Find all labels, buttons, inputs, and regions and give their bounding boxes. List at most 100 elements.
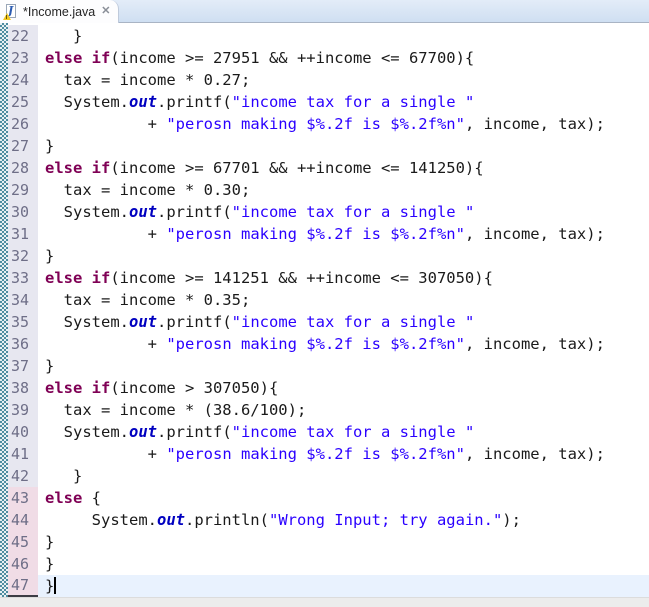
token-plain: } — [45, 137, 55, 155]
token-plain: } — [45, 577, 55, 595]
line-number[interactable]: 34 — [8, 289, 38, 311]
token-static-field: out — [129, 423, 157, 441]
line-number[interactable]: 28 — [8, 157, 38, 179]
code-line[interactable]: 40 System.out.printf("income tax for a s… — [8, 421, 649, 443]
code-text: tax = income * (38.6/100); — [38, 399, 649, 421]
token-plain: .printf( — [157, 423, 232, 441]
token-plain: + — [45, 335, 167, 353]
token-plain: .printf( — [157, 93, 232, 111]
line-number[interactable]: 33 — [8, 267, 38, 289]
java-file-warning-icon: J — [3, 4, 19, 20]
code-line[interactable]: 45} — [8, 531, 649, 553]
token-plain: + — [45, 115, 167, 133]
token-plain: } — [45, 555, 55, 573]
code-text: else if(income > 307050){ — [38, 377, 649, 399]
token-plain: System. — [45, 93, 129, 111]
tab-income-java[interactable]: J *Income.java ✕ — [0, 0, 119, 23]
token-plain: System. — [45, 203, 129, 221]
line-number[interactable]: 24 — [8, 69, 38, 91]
code-text: tax = income * 0.30; — [38, 179, 649, 201]
line-number[interactable]: 36 — [8, 333, 38, 355]
token-plain: (income > 307050){ — [110, 379, 279, 397]
token-string: "income tax for a single " — [231, 423, 475, 441]
code-line[interactable]: 26 + "perosn making $%.2f is $%.2f%n", i… — [8, 113, 649, 135]
token-keyword: else if — [45, 159, 111, 177]
line-number[interactable]: 35 — [8, 311, 38, 333]
code-line[interactable]: 36 + "perosn making $%.2f is $%.2f%n", i… — [8, 333, 649, 355]
editor-tab-bar: J *Income.java ✕ — [0, 0, 649, 23]
code-line[interactable]: 23 else if(income >= 27951 && ++income <=… — [8, 47, 649, 69]
code-line[interactable]: 42 } — [8, 465, 649, 487]
token-plain: (income >= 27951 && ++income <= 67700){ — [110, 49, 475, 67]
line-number[interactable]: 42 — [8, 465, 38, 487]
line-number[interactable]: 47 — [8, 575, 38, 597]
tab-close-icon[interactable]: ✕ — [101, 6, 110, 17]
code-line[interactable]: 32} — [8, 245, 649, 267]
line-number[interactable]: 29 — [8, 179, 38, 201]
code-line[interactable]: 47} — [8, 575, 649, 597]
token-static-field: out — [129, 313, 157, 331]
token-string: "Wrong Input; try again." — [268, 511, 503, 529]
token-plain: , income, tax); — [464, 115, 605, 133]
line-number[interactable]: 32 — [8, 245, 38, 267]
token-keyword: else if — [45, 49, 111, 67]
token-keyword: else if — [45, 379, 111, 397]
line-number[interactable]: 39 — [8, 399, 38, 421]
code-line[interactable]: 29 tax = income * 0.30; — [8, 179, 649, 201]
line-number[interactable]: 25 — [8, 91, 38, 113]
line-number[interactable]: 37 — [8, 355, 38, 377]
line-number[interactable]: 22 — [8, 25, 38, 47]
line-number[interactable]: 41 — [8, 443, 38, 465]
code-text: + "perosn making $%.2f is $%.2f%n", inco… — [38, 443, 649, 465]
code-line[interactable]: 35 System.out.printf("income tax for a s… — [8, 311, 649, 333]
token-static-field: out — [129, 203, 157, 221]
code-line[interactable]: 39 tax = income * (38.6/100); — [8, 399, 649, 421]
code-line[interactable]: 46} — [8, 553, 649, 575]
line-number[interactable]: 26 — [8, 113, 38, 135]
token-plain: { — [82, 489, 101, 507]
code-line[interactable]: 43 else { — [8, 487, 649, 509]
code-line[interactable]: 30 System.out.printf("income tax for a s… — [8, 201, 649, 223]
token-static-field: out — [156, 511, 185, 529]
token-string: "perosn making $%.2f is $%.2f%n" — [166, 115, 465, 133]
line-number[interactable]: 45 — [8, 531, 38, 553]
code-line[interactable]: 34 tax = income * 0.35; — [8, 289, 649, 311]
code-line[interactable]: 25 System.out.printf("income tax for a s… — [8, 91, 649, 113]
line-number[interactable]: 40 — [8, 421, 38, 443]
token-plain: (income >= 141251 && ++income <= 307050)… — [110, 269, 493, 287]
code-line[interactable]: 38 else if(income > 307050){ — [8, 377, 649, 399]
line-number[interactable]: 38 — [8, 377, 38, 399]
code-text: } — [38, 355, 649, 377]
code-text: } — [38, 135, 649, 157]
line-number[interactable]: 27 — [8, 135, 38, 157]
code-line[interactable]: 44 System.out.println("Wrong Input; try … — [8, 509, 649, 531]
line-number[interactable]: 46 — [8, 553, 38, 575]
code-line[interactable]: 33 else if(income >= 141251 && ++income <… — [8, 267, 649, 289]
line-number[interactable]: 43 — [8, 487, 38, 509]
code-editor-area[interactable]: 22 } 23 else if(income >= 27951 && ++incom… — [0, 23, 649, 597]
line-number[interactable]: 23 — [8, 47, 38, 69]
token-plain: } — [45, 247, 55, 265]
code-text: } — [38, 245, 649, 267]
token-string: "income tax for a single " — [231, 203, 475, 221]
token-plain: , income, tax); — [464, 445, 605, 463]
line-number[interactable]: 31 — [8, 223, 38, 245]
code-line[interactable]: 37} — [8, 355, 649, 377]
line-number[interactable]: 44 — [8, 509, 38, 531]
warning-exclamation — [6, 15, 8, 19]
code-line[interactable]: 31 + "perosn making $%.2f is $%.2f%n", i… — [8, 223, 649, 245]
code-line[interactable]: 24 tax = income * 0.27; — [8, 69, 649, 91]
code-line[interactable]: 41 + "perosn making $%.2f is $%.2f%n", i… — [8, 443, 649, 465]
line-number[interactable]: 30 — [8, 201, 38, 223]
text-caret — [54, 577, 57, 594]
token-string: "perosn making $%.2f is $%.2f%n" — [166, 445, 465, 463]
code-line[interactable]: 28 else if(income >= 67701 && ++income <=… — [8, 157, 649, 179]
code-text: + "perosn making $%.2f is $%.2f%n", inco… — [38, 113, 649, 135]
code-line[interactable]: 27} — [8, 135, 649, 157]
token-string: "perosn making $%.2f is $%.2f%n" — [166, 225, 465, 243]
token-plain: ); — [502, 511, 521, 529]
code-line[interactable]: 22 } — [8, 25, 649, 47]
code-text: else if(income >= 141251 && ++income <= … — [38, 267, 649, 289]
code-text: else if(income >= 27951 && ++income <= 6… — [38, 47, 649, 69]
code-text: System.out.printf("income tax for a sing… — [38, 201, 649, 223]
